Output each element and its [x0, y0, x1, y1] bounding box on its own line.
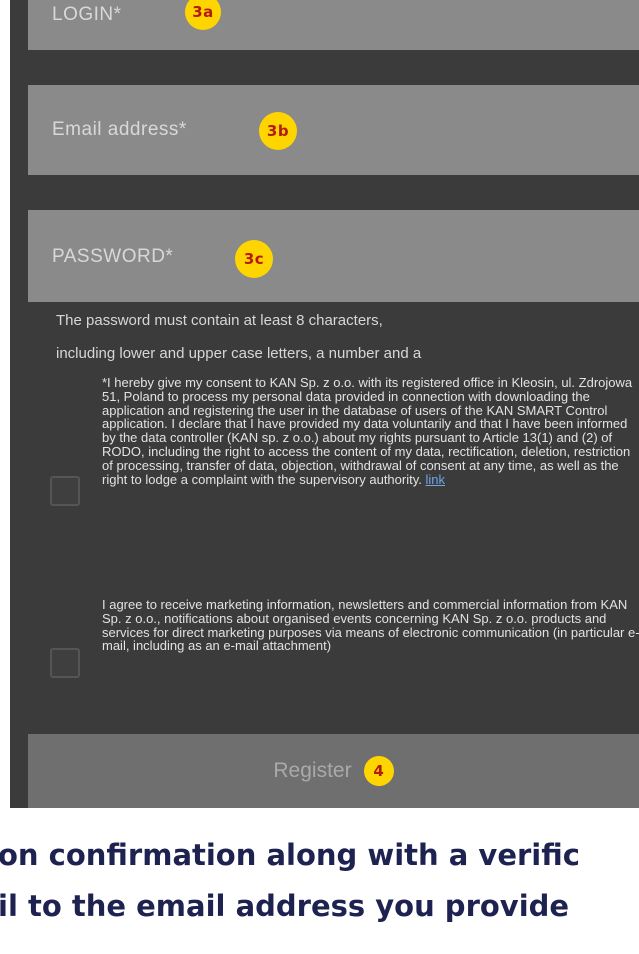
password-field[interactable]: PASSWORD* 3c — [28, 210, 639, 302]
gdpr-consent-checkbox[interactable] — [50, 476, 80, 506]
login-field[interactable]: LOGIN* 3a — [28, 0, 639, 50]
register-label: Register — [273, 759, 352, 782]
step-badge-4: 4 — [363, 756, 394, 786]
register-button[interactable]: Register 4 — [28, 734, 639, 808]
marketing-consent-text: I agree to receive marketing information… — [102, 597, 639, 654]
email-field[interactable]: Email address* 3b — [28, 85, 639, 175]
step-badge-3b: 3b — [259, 112, 297, 150]
registration-screen: LOGIN* 3a Email address* 3b PASSWORD* 3c… — [10, 0, 639, 808]
marketing-consent-checkbox[interactable] — [50, 648, 80, 678]
gdpr-consent-link[interactable]: link — [426, 472, 446, 487]
password-hint-line-2: including lower and upper case letters, … — [56, 345, 422, 362]
caption-line-1: on confirmation along with a verific — [0, 838, 580, 872]
gdpr-consent-text: *I hereby give my consent to KAN Sp. z o… — [102, 376, 639, 486]
login-placeholder: LOGIN* — [52, 4, 122, 25]
caption-line-2: il to the email address you provide — [0, 889, 570, 923]
password-placeholder: PASSWORD* — [52, 246, 174, 267]
step-badge-3c: 3c — [235, 240, 273, 278]
password-hint-line-1: The password must contain at least 8 cha… — [56, 312, 383, 329]
email-placeholder: Email address* — [52, 119, 187, 140]
step-badge-3a: 3a — [185, 0, 221, 30]
gdpr-consent-body: *I hereby give my consent to KAN Sp. z o… — [102, 375, 633, 487]
